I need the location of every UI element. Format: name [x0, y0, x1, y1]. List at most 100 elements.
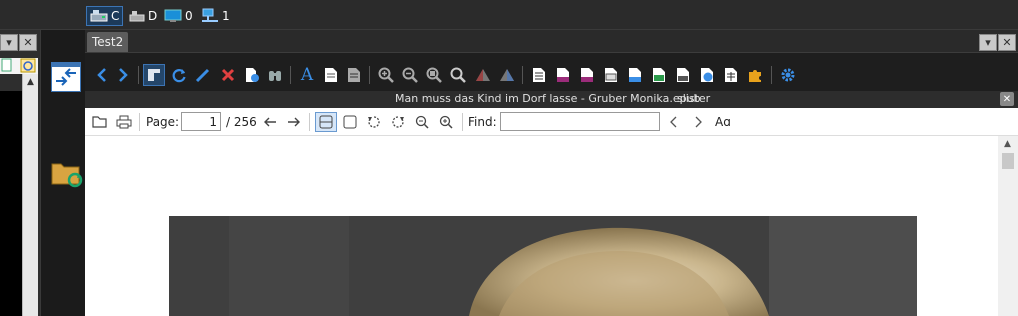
gear-icon [781, 68, 795, 82]
zoom-in-icon [439, 115, 453, 129]
view-text-button[interactable] [320, 64, 342, 86]
left-panel-close-button[interactable]: ✕ [19, 34, 37, 51]
delete-button[interactable] [217, 64, 239, 86]
toolbar-separator [138, 66, 139, 84]
view-mode-web-button[interactable] [696, 64, 718, 86]
binary-icon [557, 68, 569, 82]
rotate-left-button[interactable] [472, 64, 494, 86]
view-mode-table-button[interactable] [720, 64, 742, 86]
refresh-folder-button[interactable] [51, 158, 83, 188]
rotate-cw-button[interactable] [389, 113, 407, 131]
hex-icon [581, 68, 593, 82]
tab-dropdown-button[interactable]: ▾ [979, 34, 997, 51]
left-panel-scrollbar[interactable]: ▲ [22, 74, 38, 316]
drive-bar: C D 0 1 [0, 0, 1018, 30]
drive-1-button[interactable]: 1 [198, 6, 233, 26]
document-title: Man muss das Kind im Dorf lasse - Gruber… [395, 92, 701, 105]
find-next-button[interactable] [689, 113, 707, 131]
drive-0-button[interactable]: 0 [161, 6, 196, 26]
chevron-right-icon [695, 116, 702, 128]
chevron-left-icon [670, 116, 677, 128]
view-mode-text-button[interactable] [528, 64, 550, 86]
triangle-icon [476, 69, 490, 81]
zoom-fit-button[interactable] [423, 64, 445, 86]
scrollbar-thumb[interactable] [1002, 153, 1014, 169]
view-mode-rtf-button[interactable] [624, 64, 646, 86]
viewer-zoom-out-button[interactable] [413, 113, 431, 131]
binoculars-icon [269, 71, 281, 81]
unicode-icon [605, 68, 617, 82]
document-icon [325, 68, 337, 82]
zoom-out-button[interactable] [399, 64, 421, 86]
tab-close-button[interactable]: ✕ [998, 34, 1016, 51]
fit-width-icon [319, 115, 333, 129]
document-scrollbar[interactable]: ▲ [998, 136, 1018, 316]
viewer-zoom-in-button[interactable] [437, 113, 455, 131]
plugins-button[interactable] [744, 64, 766, 86]
drive-c-button[interactable]: C [86, 6, 124, 26]
drive-d-button[interactable]: D [126, 6, 160, 26]
drive-d-label: D [148, 9, 158, 23]
find-previous-button[interactable] [665, 113, 683, 131]
close-red-icon [221, 68, 235, 82]
fit-width-button[interactable] [315, 112, 337, 132]
view-mode-xml-button[interactable] [672, 64, 694, 86]
zoom-out-icon [415, 115, 429, 129]
reload-button[interactable] [168, 64, 190, 86]
page-number-input[interactable] [181, 112, 221, 131]
font-button[interactable]: A [296, 64, 318, 86]
arrow-left-icon [264, 117, 276, 127]
view-mode-hex-button[interactable] [576, 64, 598, 86]
tab-test2[interactable]: Test2 [87, 32, 129, 52]
folder-open-icon [92, 116, 107, 128]
viewer-separator [462, 113, 463, 131]
swap-panels-button[interactable] [51, 62, 81, 92]
drive-1-label: 1 [222, 9, 230, 23]
close-icon: ✕ [1002, 36, 1012, 49]
network-icon [202, 8, 218, 22]
cursor-select-icon [148, 69, 160, 81]
zoom-in-button[interactable] [375, 64, 397, 86]
rotate-ccw-button[interactable] [365, 113, 383, 131]
toolbar-separator [290, 66, 291, 84]
arrow-right-icon [288, 117, 300, 127]
open-file-button[interactable] [91, 113, 109, 131]
close-document-button[interactable]: ✕ [1000, 92, 1014, 106]
find-input[interactable] [500, 112, 660, 131]
toolbar-separator [369, 66, 370, 84]
globe-doc-icon [701, 68, 713, 82]
forward-button[interactable] [112, 64, 134, 86]
edit-button[interactable] [192, 64, 214, 86]
zoom-width-icon [450, 67, 466, 83]
view-document-button[interactable] [343, 64, 365, 86]
back-button[interactable] [91, 64, 113, 86]
cover-photo-art [169, 216, 917, 316]
find-label: Find: [468, 115, 497, 129]
search-files-button[interactable] [264, 64, 286, 86]
fit-page-button[interactable] [341, 113, 359, 131]
properties-button[interactable] [241, 64, 263, 86]
print-icon [116, 115, 132, 129]
match-case-toggle[interactable]: Aɑ [715, 115, 731, 129]
select-mode-button[interactable] [143, 64, 165, 86]
scroll-up-icon[interactable]: ▲ [1004, 139, 1011, 149]
previous-page-button[interactable] [261, 113, 279, 131]
chevron-down-icon: ▾ [6, 36, 12, 49]
zoom-in-icon [378, 67, 394, 83]
puzzle-icon [749, 70, 761, 82]
view-mode-unicode-button[interactable] [600, 64, 622, 86]
left-file-list[interactable] [0, 91, 22, 316]
next-page-button[interactable] [285, 113, 303, 131]
viewer-name: slister [677, 92, 711, 105]
view-mode-image-button[interactable] [648, 64, 670, 86]
view-mode-binary-button[interactable] [552, 64, 574, 86]
history-icon[interactable] [20, 58, 36, 73]
settings-button[interactable] [777, 64, 799, 86]
document-grey-icon [348, 68, 360, 82]
print-button[interactable] [115, 113, 133, 131]
close-icon: ✕ [23, 36, 33, 49]
scroll-up-icon[interactable]: ▲ [27, 77, 34, 87]
zoom-width-button[interactable] [447, 64, 469, 86]
left-panel-dropdown-button[interactable]: ▾ [0, 34, 18, 51]
rotate-right-button[interactable] [496, 64, 518, 86]
